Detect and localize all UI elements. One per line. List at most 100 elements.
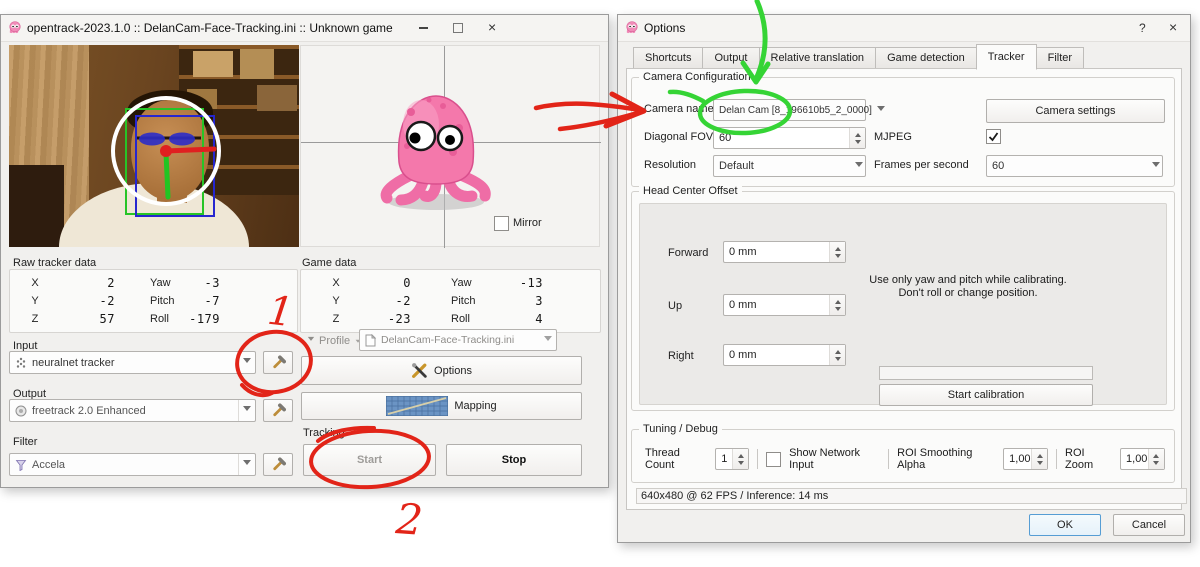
show-network-input-checkbox[interactable] bbox=[766, 451, 782, 467]
tab-shortcuts[interactable]: Shortcuts bbox=[633, 47, 704, 69]
dropdown-arrow-icon bbox=[238, 454, 255, 475]
right-spinbox[interactable]: 0 mm bbox=[723, 344, 846, 366]
roi-smoothing-alpha-spinbox[interactable]: 1,00 bbox=[1003, 448, 1049, 470]
calibration-note-line1: Use only yaw and pitch while calibrating… bbox=[869, 274, 1067, 286]
filter-dropdown[interactable]: Accela bbox=[9, 453, 256, 476]
spin-arrows-icon[interactable] bbox=[829, 345, 845, 365]
camera-name-dropdown[interactable]: Delan Cam [8_196610b5_2_0000] bbox=[713, 99, 885, 121]
spin-arrows-icon[interactable] bbox=[732, 449, 749, 469]
octopus-mascot-image bbox=[380, 95, 491, 210]
game-row-label: Roll bbox=[451, 313, 470, 325]
close-icon[interactable]: × bbox=[1169, 19, 1177, 35]
help-icon[interactable]: ? bbox=[1139, 21, 1146, 35]
calibration-progress-bar bbox=[879, 366, 1093, 380]
left-window-title: opentrack-2023.1.0 :: DelanCam-Face-Trac… bbox=[27, 21, 393, 35]
face bbox=[131, 100, 209, 200]
tab-relative-translation[interactable]: Relative translation bbox=[758, 47, 877, 69]
camera-settings-button[interactable]: Camera settings bbox=[986, 99, 1165, 123]
cancel-button[interactable]: Cancel bbox=[1113, 514, 1185, 536]
maximize-button[interactable] bbox=[453, 23, 463, 33]
opentrack-octopus-icon bbox=[626, 21, 638, 34]
dialog-title: Options bbox=[644, 21, 686, 35]
game-data-panel: X 0 Yaw -13 Y -2 Pitch 3 Z -23 Roll 4 bbox=[300, 269, 601, 333]
spin-arrows-icon[interactable] bbox=[1147, 449, 1164, 469]
raw-row-value: 57 bbox=[99, 312, 115, 326]
raw-row-label: Z bbox=[31, 313, 39, 325]
mirror-checkbox[interactable] bbox=[494, 216, 509, 231]
dropdown-arrow-icon bbox=[238, 352, 255, 373]
tab-tracker[interactable]: Tracker bbox=[975, 44, 1037, 70]
close-icon[interactable]: × bbox=[488, 19, 496, 35]
resolution-label: Resolution bbox=[644, 159, 696, 171]
dialog-tab-bar: Shortcuts Output Relative translation Ga… bbox=[633, 44, 1085, 70]
roi-smoothing-alpha-label: ROI Smoothing Alpha bbox=[897, 447, 973, 471]
thread-count-spinbox[interactable]: 1 bbox=[715, 448, 750, 470]
camera-status-bar: 640x480 @ 62 FPS / Inference: 14 ms bbox=[636, 488, 1187, 504]
camera-configuration-title: Camera Configuration bbox=[639, 71, 755, 83]
tuning-debug-title: Tuning / Debug bbox=[639, 423, 722, 435]
game-row-label: Yaw bbox=[451, 277, 472, 289]
game-row-value: 4 bbox=[535, 312, 543, 326]
thread-count-label: Thread Count bbox=[645, 447, 680, 471]
roi-zoom-spinbox[interactable]: 1,00 bbox=[1120, 448, 1165, 470]
tools-icon bbox=[412, 363, 427, 378]
game-row-value: -23 bbox=[387, 312, 411, 326]
opentrack-main-window: opentrack-2023.1.0 :: DelanCam-Face-Trac… bbox=[0, 14, 609, 488]
camera-name-value: Delan Cam [8_196610b5_2_0000] bbox=[719, 104, 872, 116]
options-button[interactable]: Options bbox=[301, 356, 582, 385]
spin-arrows-icon[interactable] bbox=[1031, 449, 1048, 469]
game-row-value: -13 bbox=[519, 276, 543, 290]
opentrack-octopus-icon bbox=[9, 21, 21, 34]
calibration-note-line2: Don't roll or change position. bbox=[898, 287, 1038, 299]
diagonal-fov-spinbox[interactable]: 60 bbox=[713, 127, 866, 149]
diagonal-fov-label: Diagonal FOV bbox=[644, 131, 714, 143]
profile-dropdown[interactable]: DelanCam-Face-Tracking.ini bbox=[359, 329, 557, 351]
dropdown-arrow-icon bbox=[853, 156, 865, 176]
pose-display-panel: Mirror bbox=[300, 45, 601, 248]
mjpeg-checkbox[interactable] bbox=[986, 129, 1001, 144]
resolution-dropdown[interactable]: Default bbox=[713, 155, 866, 177]
raw-row-value: -2 bbox=[99, 294, 115, 308]
profile-menu-label[interactable]: Profile bbox=[307, 334, 362, 347]
raw-row-value: 2 bbox=[107, 276, 115, 290]
raw-row-value: -3 bbox=[204, 276, 220, 290]
divider bbox=[1056, 449, 1058, 469]
raw-row-label: X bbox=[31, 277, 39, 289]
tab-filter[interactable]: Filter bbox=[1035, 47, 1085, 69]
profile-value: DelanCam-Face-Tracking.ini bbox=[381, 334, 515, 346]
filter-section-label: Filter bbox=[13, 436, 38, 448]
fps-dropdown[interactable]: 60 bbox=[986, 155, 1163, 177]
tab-game-detection[interactable]: Game detection bbox=[875, 47, 977, 69]
minimize-button[interactable] bbox=[419, 27, 428, 29]
left-window-titlebar: opentrack-2023.1.0 :: DelanCam-Face-Trac… bbox=[1, 15, 608, 42]
input-settings-wrench-button[interactable] bbox=[263, 351, 293, 374]
game-data-title: Game data bbox=[302, 257, 357, 269]
game-row-label: Y bbox=[332, 295, 340, 307]
output-dropdown[interactable]: freetrack 2.0 Enhanced bbox=[9, 399, 256, 422]
filter-settings-wrench-button[interactable] bbox=[263, 453, 293, 476]
freetrack-icon bbox=[15, 405, 27, 416]
shelf-box bbox=[193, 51, 233, 77]
input-tracker-dropdown[interactable]: neuralnet tracker bbox=[9, 351, 256, 374]
tab-output[interactable]: Output bbox=[702, 47, 760, 69]
up-label: Up bbox=[668, 300, 683, 312]
calibration-note: Use only yaw and pitch while calibrating… bbox=[818, 274, 1118, 300]
dropdown-arrow-icon bbox=[876, 100, 885, 120]
game-row-label: X bbox=[332, 277, 340, 289]
annotation-step-2: 2 bbox=[393, 494, 424, 545]
forward-spinbox[interactable]: 0 mm bbox=[723, 241, 846, 263]
divider bbox=[888, 449, 890, 469]
mapping-button[interactable]: Mapping bbox=[301, 392, 582, 420]
divider bbox=[757, 449, 759, 469]
filter-value: Accela bbox=[32, 458, 66, 471]
ok-button[interactable]: OK bbox=[1029, 514, 1101, 536]
filter-funnel-icon bbox=[15, 459, 27, 471]
shelf-box bbox=[257, 85, 297, 111]
stop-tracking-button[interactable]: Stop bbox=[446, 444, 582, 476]
spin-arrows-icon[interactable] bbox=[849, 128, 865, 148]
output-settings-wrench-button[interactable] bbox=[263, 399, 293, 422]
spin-arrows-icon[interactable] bbox=[829, 242, 845, 262]
game-row-value: 3 bbox=[535, 294, 543, 308]
start-tracking-button[interactable]: Start bbox=[303, 444, 436, 476]
start-calibration-button[interactable]: Start calibration bbox=[879, 384, 1093, 406]
